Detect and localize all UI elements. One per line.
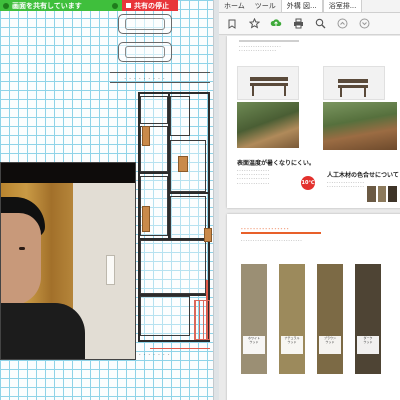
swatch-label: ブラウン ウッド	[319, 336, 341, 354]
pdf-scroll-area[interactable]: - - - - - - - - - - - - - - - - - -- - -…	[219, 36, 400, 400]
deck-hatch	[194, 300, 210, 340]
page-down-icon[interactable]	[353, 13, 375, 35]
tab-home[interactable]: ホーム	[219, 0, 250, 12]
share-indicator-icon	[3, 2, 9, 9]
room	[140, 296, 190, 336]
product-image	[237, 66, 299, 100]
product-image	[323, 66, 385, 100]
section-title-2: 人工木材の色合せについて	[327, 172, 399, 179]
stop-share-label: 共有の停止	[134, 1, 169, 10]
deck-photo	[323, 102, 397, 150]
swatch-label: ホワイト ウッド	[243, 336, 265, 354]
car-outline	[118, 14, 172, 34]
zoom-icon[interactable]	[309, 13, 331, 35]
color-swatch	[279, 264, 305, 374]
swatch-label: ダーク ウッド	[357, 336, 379, 354]
tab-bar: ホーム ツール 外構 図... 浴室排...	[219, 0, 400, 13]
share-status: 画面を共有しています	[0, 0, 122, 11]
deck-photo	[237, 102, 299, 148]
cabinet	[142, 126, 150, 146]
room	[170, 140, 206, 192]
share-settings-icon[interactable]	[112, 2, 118, 9]
stop-share-button[interactable]: 共有の停止	[122, 0, 178, 11]
temperature-badge: 10℃	[301, 176, 315, 190]
swatch-label: ナチュラル ウッド	[281, 336, 303, 354]
car-outline	[118, 42, 172, 62]
floorplan-canvas[interactable]: 画面を共有しています 共有の停止 - - - - - - - - - - - -…	[0, 0, 213, 400]
upload-icon[interactable]	[265, 13, 287, 35]
cabinet	[142, 206, 150, 232]
color-swatch	[355, 264, 381, 374]
tab-bath-doc[interactable]: 浴室排...	[322, 0, 363, 12]
cabinet	[178, 156, 188, 172]
color-swatch	[241, 264, 267, 374]
pdf-page: - - - - - - - - - - - - - - - - - -- - -…	[227, 36, 400, 208]
cabinet	[204, 228, 212, 242]
room	[170, 96, 190, 136]
light-switch	[106, 255, 115, 285]
room	[170, 196, 206, 240]
screen-share-bar: 画面を共有しています 共有の停止	[0, 0, 178, 11]
star-icon[interactable]	[243, 13, 265, 35]
color-swatch	[317, 264, 343, 374]
room	[140, 96, 168, 124]
stop-icon	[126, 3, 131, 8]
webcam-video[interactable]	[0, 162, 136, 360]
pdf-viewer: ホーム ツール 外構 図... 浴室排... - - - - - - - - -…	[219, 0, 400, 400]
page-up-icon[interactable]	[331, 13, 353, 35]
share-status-label: 画面を共有しています	[12, 1, 82, 10]
tab-tools[interactable]: ツール	[250, 0, 281, 12]
section-title: 表面温度が暑くなりにくい。	[237, 160, 315, 167]
tab-exterior-doc[interactable]: 外構 図...	[280, 0, 323, 12]
pdf-page: - - - - - - - - - - - - - - - - - - - - …	[227, 214, 400, 400]
print-icon[interactable]	[287, 13, 309, 35]
viewer-toolbar	[219, 13, 400, 35]
room	[140, 240, 206, 294]
bookmark-icon[interactable]	[221, 13, 243, 35]
